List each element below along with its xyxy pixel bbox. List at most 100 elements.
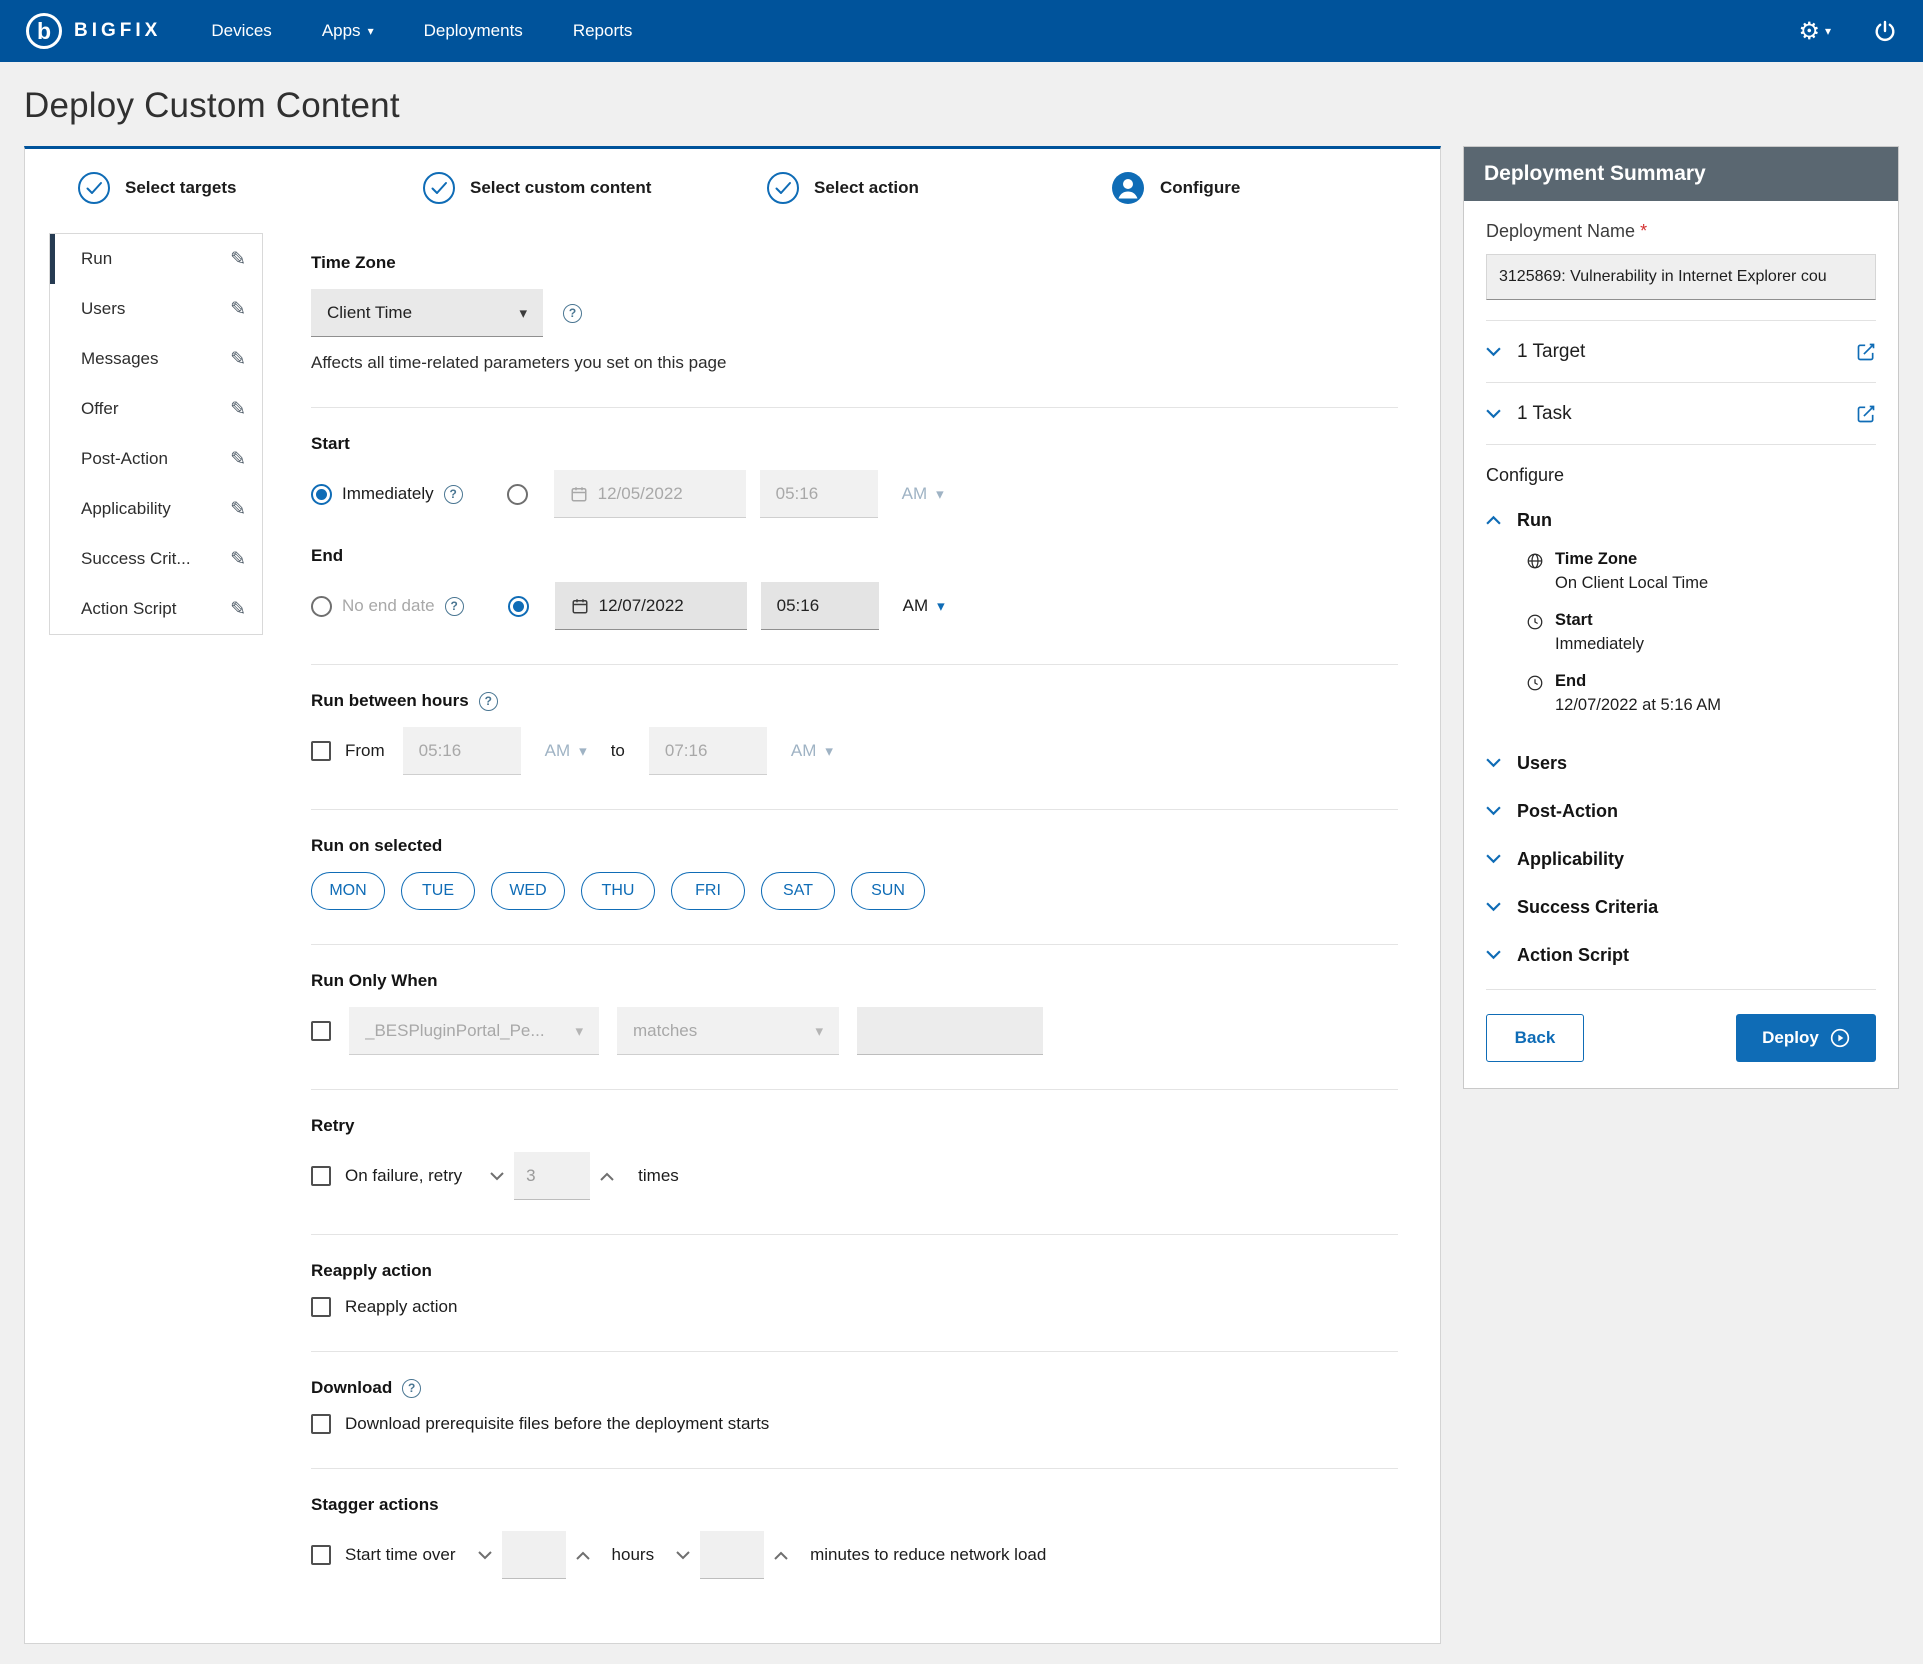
step-label: Select targets bbox=[125, 178, 237, 198]
help-icon[interactable]: ? bbox=[444, 485, 463, 504]
day-pill-thu[interactable]: THU bbox=[581, 872, 655, 910]
deploy-button[interactable]: Deploy bbox=[1736, 1014, 1876, 1062]
nav-apps[interactable]: Apps▾ bbox=[322, 21, 374, 41]
run-only-when-value-input[interactable] bbox=[857, 1007, 1043, 1055]
reapply-checkbox[interactable] bbox=[311, 1297, 331, 1317]
chevron-down-icon[interactable] bbox=[1486, 409, 1501, 419]
settings-menu[interactable]: ⚙ ▾ bbox=[1798, 17, 1831, 46]
day-pill-mon[interactable]: MON bbox=[311, 872, 385, 910]
step-select-action[interactable]: Select action bbox=[766, 171, 1110, 205]
logout-button[interactable] bbox=[1873, 19, 1897, 43]
pencil-icon[interactable]: ✎ bbox=[230, 598, 246, 621]
summary-section-action-script[interactable]: Action Script bbox=[1486, 931, 1876, 979]
pencil-icon[interactable]: ✎ bbox=[230, 548, 246, 571]
from-time-input[interactable]: 05:16 bbox=[403, 727, 521, 775]
end-meridiem-select[interactable]: AM ▾ bbox=[903, 596, 945, 616]
operator-select[interactable]: matches ▾ bbox=[617, 1007, 839, 1055]
pencil-icon[interactable]: ✎ bbox=[230, 448, 246, 471]
stagger-checkbox[interactable] bbox=[311, 1545, 331, 1565]
pencil-icon[interactable]: ✎ bbox=[230, 248, 246, 271]
task-summary-row[interactable]: 1 Task bbox=[1486, 383, 1876, 445]
stagger-hours-input[interactable] bbox=[502, 1531, 566, 1579]
tab-applicability[interactable]: Applicability✎ bbox=[50, 484, 262, 534]
chevron-down-icon[interactable] bbox=[1486, 902, 1501, 912]
day-pill-sat[interactable]: SAT bbox=[761, 872, 835, 910]
pencil-icon[interactable]: ✎ bbox=[230, 298, 246, 321]
tab-success-criteria[interactable]: Success Crit...✎ bbox=[50, 534, 262, 584]
retry-count-input[interactable]: 3 bbox=[514, 1152, 590, 1200]
deployment-name-input[interactable] bbox=[1486, 254, 1876, 300]
run-only-when-checkbox[interactable] bbox=[311, 1021, 331, 1041]
stepper-increase-button[interactable] bbox=[590, 1152, 624, 1200]
start-immediately-radio[interactable] bbox=[311, 484, 332, 505]
start-on-date-radio[interactable] bbox=[507, 484, 528, 505]
tab-label: Action Script bbox=[81, 599, 176, 619]
summary-item-title: Time Zone bbox=[1555, 550, 1708, 569]
tab-messages[interactable]: Messages✎ bbox=[50, 334, 262, 384]
stepper-decrease-button[interactable] bbox=[480, 1152, 514, 1200]
time-zone-select[interactable]: Client Time ▾ bbox=[311, 289, 543, 337]
edit-icon[interactable] bbox=[1856, 404, 1876, 424]
help-icon[interactable]: ? bbox=[445, 597, 464, 616]
stepper-increase-button[interactable] bbox=[566, 1531, 600, 1579]
end-time-input[interactable]: 05:16 bbox=[761, 582, 879, 630]
tab-users[interactable]: Users✎ bbox=[50, 284, 262, 334]
nav-apps-label: Apps bbox=[322, 21, 361, 41]
chevron-down-icon[interactable] bbox=[1486, 950, 1501, 960]
nav-reports[interactable]: Reports bbox=[573, 21, 633, 41]
tab-run[interactable]: Run ✎ bbox=[50, 234, 262, 284]
chevron-up-icon[interactable] bbox=[1486, 515, 1501, 525]
chevron-down-icon[interactable] bbox=[1486, 854, 1501, 864]
chevron-down-icon[interactable] bbox=[1486, 758, 1501, 768]
start-time-input[interactable]: 05:16 bbox=[760, 470, 878, 518]
end-on-date-radio[interactable] bbox=[508, 596, 529, 617]
no-end-date-radio[interactable] bbox=[311, 596, 332, 617]
to-time-input[interactable]: 07:16 bbox=[649, 727, 767, 775]
chevron-down-icon[interactable] bbox=[1486, 347, 1501, 357]
run-between-checkbox[interactable] bbox=[311, 741, 331, 761]
tab-label: Run bbox=[81, 249, 112, 269]
schedule-section: Start Immediately ? 12/05/2022 05:16 bbox=[311, 408, 1398, 665]
help-icon[interactable]: ? bbox=[402, 1379, 421, 1398]
stepper-decrease-button[interactable] bbox=[468, 1531, 502, 1579]
download-checkbox[interactable] bbox=[311, 1414, 331, 1434]
summary-section-post-action[interactable]: Post-Action bbox=[1486, 787, 1876, 835]
start-date-input[interactable]: 12/05/2022 bbox=[554, 470, 746, 518]
step-select-custom-content[interactable]: Select custom content bbox=[422, 171, 766, 205]
start-meridiem-select[interactable]: AM ▾ bbox=[902, 484, 944, 504]
summary-section-applicability[interactable]: Applicability bbox=[1486, 835, 1876, 883]
summary-section-success-criteria[interactable]: Success Criteria bbox=[1486, 883, 1876, 931]
retry-checkbox[interactable] bbox=[311, 1166, 331, 1186]
day-pill-tue[interactable]: TUE bbox=[401, 872, 475, 910]
nav-devices[interactable]: Devices bbox=[211, 21, 271, 41]
download-section: Download ? Download prerequisite files b… bbox=[311, 1352, 1398, 1469]
bigfix-logo[interactable]: b BIGFIX bbox=[26, 13, 161, 49]
pencil-icon[interactable]: ✎ bbox=[230, 398, 246, 421]
day-pill-sun[interactable]: SUN bbox=[851, 872, 925, 910]
end-date-input[interactable]: 12/07/2022 bbox=[555, 582, 747, 630]
pencil-icon[interactable]: ✎ bbox=[230, 498, 246, 521]
pencil-icon[interactable]: ✎ bbox=[230, 348, 246, 371]
target-summary-row[interactable]: 1 Target bbox=[1486, 321, 1876, 383]
day-pill-fri[interactable]: FRI bbox=[671, 872, 745, 910]
stepper-decrease-button[interactable] bbox=[666, 1531, 700, 1579]
edit-icon[interactable] bbox=[1856, 342, 1876, 362]
stepper-increase-button[interactable] bbox=[764, 1531, 798, 1579]
property-select[interactable]: _BESPluginPortal_Pe... ▾ bbox=[349, 1007, 599, 1055]
tab-offer[interactable]: Offer✎ bbox=[50, 384, 262, 434]
chevron-down-icon[interactable] bbox=[1486, 806, 1501, 816]
help-icon[interactable]: ? bbox=[563, 304, 582, 323]
nav-deployments[interactable]: Deployments bbox=[424, 21, 523, 41]
stagger-minutes-input[interactable] bbox=[700, 1531, 764, 1579]
help-icon[interactable]: ? bbox=[479, 692, 498, 711]
start-meridiem-value: AM bbox=[902, 484, 928, 504]
summary-run-header[interactable]: Run bbox=[1486, 496, 1876, 544]
tab-action-script[interactable]: Action Script ✎ bbox=[50, 584, 262, 634]
from-meridiem-select[interactable]: AM ▾ bbox=[545, 741, 587, 761]
day-pill-wed[interactable]: WED bbox=[491, 872, 565, 910]
back-button[interactable]: Back bbox=[1486, 1014, 1584, 1062]
to-meridiem-select[interactable]: AM ▾ bbox=[791, 741, 833, 761]
step-select-targets[interactable]: Select targets bbox=[77, 171, 422, 205]
summary-section-users[interactable]: Users bbox=[1486, 739, 1876, 787]
tab-post-action[interactable]: Post-Action✎ bbox=[50, 434, 262, 484]
